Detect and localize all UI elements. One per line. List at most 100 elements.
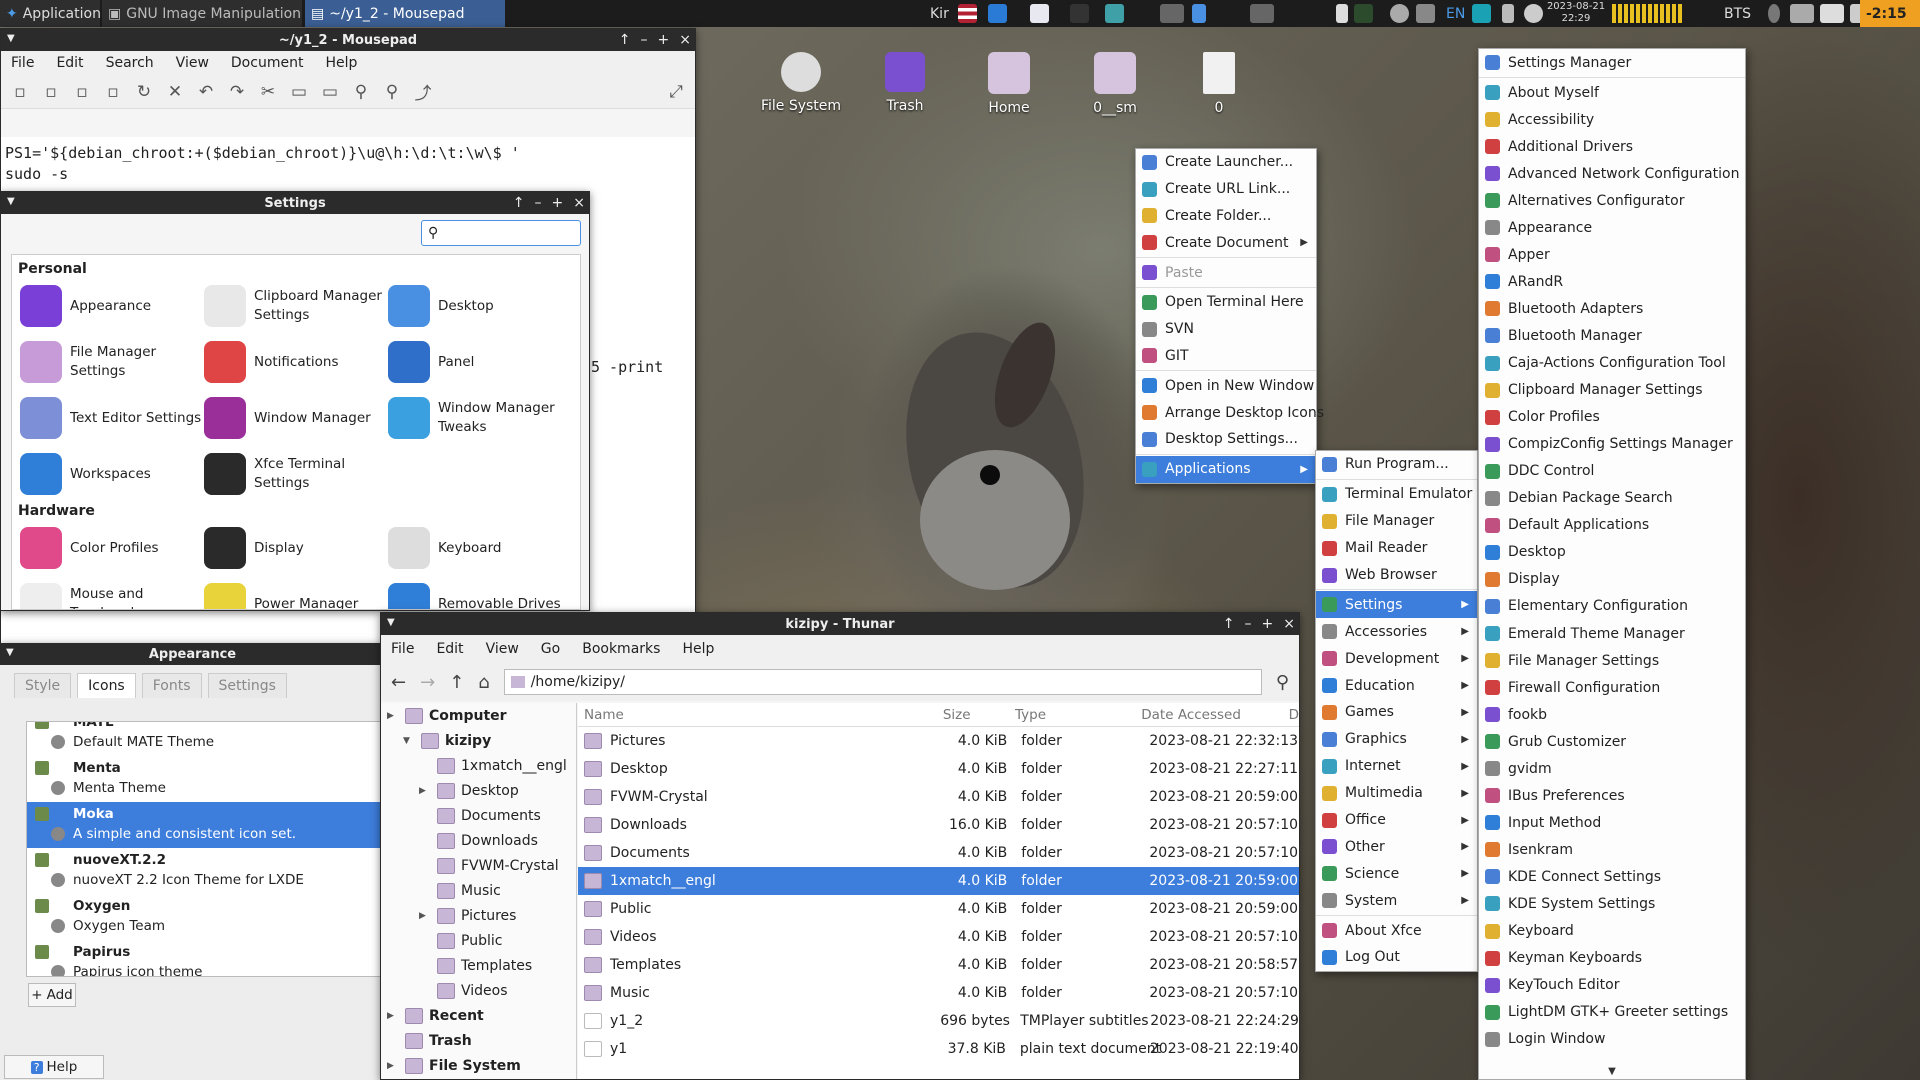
- theme-row[interactable]: Moka A simple and consistent icon set.: [27, 802, 384, 848]
- keyboard-layout-indicator[interactable]: Kir: [924, 0, 955, 27]
- menu-item-about-xfce[interactable]: About Xfce: [1316, 917, 1477, 944]
- expander-icon[interactable]: ▶: [387, 1061, 399, 1071]
- up-icon[interactable]: ↑: [449, 672, 464, 693]
- menu-item-desktop-settings-[interactable]: Desktop Settings...: [1136, 426, 1316, 453]
- menu-item-run-program-[interactable]: Run Program...: [1316, 451, 1477, 478]
- desktop-icon-0[interactable]: 0: [1174, 52, 1264, 116]
- menu-item-color-profiles[interactable]: Color Profiles: [1479, 404, 1745, 431]
- menu-item-file-manager-settings[interactable]: File Manager Settings: [1479, 647, 1745, 674]
- menu-item-accessories[interactable]: Accessories ▶: [1316, 618, 1477, 645]
- file-row[interactable]: Downloads 16.0 KiB folder 2023-08-21 20:57:…: [578, 811, 1299, 839]
- menu-item-other[interactable]: Other ▶: [1316, 833, 1477, 860]
- settings-item-panel[interactable]: Panel: [388, 337, 572, 387]
- home-icon[interactable]: ⌂: [478, 672, 489, 693]
- menu-item-multimedia[interactable]: Multimedia ▶: [1316, 780, 1477, 807]
- shade-button[interactable]: ↑: [1223, 616, 1235, 632]
- window-menu-icon[interactable]: ▼: [387, 617, 395, 628]
- workspace-6[interactable]: [1250, 4, 1274, 23]
- fullscreen-icon[interactable]: ⤢: [665, 81, 687, 103]
- help-button[interactable]: ? Help: [4, 1055, 104, 1079]
- menu-item-debian-package-search[interactable]: Debian Package Search: [1479, 485, 1745, 512]
- task-gimp[interactable]: ▣ GNU Image Manipulation ...: [102, 0, 302, 27]
- desktop-icon-filesystem[interactable]: File System: [756, 52, 846, 114]
- menu-item-games[interactable]: Games ▶: [1316, 699, 1477, 726]
- battery-icon[interactable]: [1502, 4, 1514, 23]
- undo-icon[interactable]: ↶: [195, 81, 217, 103]
- sidebar-item-music[interactable]: Music: [381, 878, 576, 903]
- col-name[interactable]: Name: [578, 707, 937, 723]
- workspace-3[interactable]: [1105, 4, 1124, 23]
- file-row[interactable]: Desktop 4.0 KiB folder 2023-08-21 22:27:11: [578, 755, 1299, 783]
- weather-icon[interactable]: [1390, 4, 1409, 23]
- menu-item-fookb[interactable]: fookb: [1479, 701, 1745, 728]
- menu-item-terminal-emulator[interactable]: Terminal Emulator: [1316, 481, 1477, 508]
- shade-button[interactable]: ↑: [513, 195, 525, 211]
- sidebar-item-pictures[interactable]: ▶ Pictures: [381, 903, 576, 928]
- menu-item-create-launcher-[interactable]: Create Launcher...: [1136, 149, 1316, 176]
- menu-item-graphics[interactable]: Graphics ▶: [1316, 726, 1477, 753]
- app-tray-icon[interactable]: [988, 4, 1007, 23]
- sidebar-item-trash[interactable]: Trash: [381, 1028, 576, 1053]
- menu-item-open-terminal-here[interactable]: Open Terminal Here: [1136, 289, 1316, 316]
- menu-item-mail-reader[interactable]: Mail Reader: [1316, 535, 1477, 562]
- applications-menu-button[interactable]: ✦ Applications: [0, 0, 100, 27]
- paste-icon[interactable]: ▭: [319, 81, 341, 103]
- goto-icon[interactable]: ⤴: [412, 81, 434, 104]
- us-flag-icon[interactable]: [958, 4, 977, 23]
- menu-item-kde-connect-settings[interactable]: KDE Connect Settings: [1479, 863, 1745, 890]
- settings-item-mouse-and-touchpad[interactable]: Mouse and Touchpad: [20, 579, 204, 609]
- new-window-icon[interactable]: ▫: [40, 81, 62, 103]
- menu-item-create-document[interactable]: Create Document ▶: [1136, 229, 1316, 256]
- theme-row[interactable]: Oxygen Oxygen Team: [27, 894, 384, 940]
- notification-bell-icon[interactable]: [1524, 4, 1543, 23]
- menu-item-svn[interactable]: SVN: [1136, 316, 1316, 343]
- menu-item-default-applications[interactable]: Default Applications: [1479, 512, 1745, 539]
- menu-item-development[interactable]: Development ▶: [1316, 645, 1477, 672]
- menu-file[interactable]: File: [391, 641, 414, 657]
- theme-row[interactable]: Papirus Papirus icon theme: [27, 940, 384, 976]
- file-row[interactable]: 1xmatch__engl 4.0 KiB folder 2023-08-21 20:…: [578, 867, 1299, 895]
- sidebar-item-1xmatch-engl[interactable]: 1xmatch__engl: [381, 753, 576, 778]
- battery-time[interactable]: -2:15: [1860, 0, 1920, 27]
- file-row[interactable]: Pictures 4.0 KiB folder 2023-08-21 22:32:13: [578, 727, 1299, 755]
- theme-row[interactable]: nuoveXT.2.2 nuoveXT 2.2 Icon Theme for LX…: [27, 848, 384, 894]
- maximize-button[interactable]: +: [658, 32, 670, 48]
- minimize-button[interactable]: –: [641, 32, 648, 48]
- menu-item-input-method[interactable]: Input Method: [1479, 809, 1745, 836]
- settings-item-window-manager[interactable]: Window Manager: [204, 393, 388, 443]
- sidebar-item-computer[interactable]: ▶ Computer: [381, 703, 576, 728]
- expander-icon[interactable]: ▶: [419, 911, 431, 921]
- menu-item-apper[interactable]: Apper: [1479, 241, 1745, 268]
- sidebar-item-downloads[interactable]: Downloads: [381, 828, 576, 853]
- menu-item-bluetooth-manager[interactable]: Bluetooth Manager: [1479, 322, 1745, 349]
- sidebar-item-recent[interactable]: ▶ Recent: [381, 1003, 576, 1028]
- menu-document[interactable]: Document: [231, 55, 304, 71]
- menu-view[interactable]: View: [486, 641, 519, 657]
- menu-item-emerald-theme-manager[interactable]: Emerald Theme Manager: [1479, 620, 1745, 647]
- col-date[interactable]: Date Accessed: [1133, 707, 1288, 723]
- file-row[interactable]: Public 4.0 KiB folder 2023-08-21 20:59:00: [578, 895, 1299, 923]
- tab-icons[interactable]: Icons: [77, 673, 136, 698]
- menu-item-lightdm-gtk-greeter-settings[interactable]: LightDM GTK+ Greeter settings: [1479, 999, 1745, 1026]
- status-icon[interactable]: [1768, 4, 1780, 23]
- file-row[interactable]: FVWM-Crystal 4.0 KiB folder 2023-08-21 20:5…: [578, 783, 1299, 811]
- settings-item-color-profiles[interactable]: Color Profiles: [20, 523, 204, 573]
- close-doc-icon[interactable]: ✕: [164, 81, 186, 103]
- menu-item-education[interactable]: Education ▶: [1316, 672, 1477, 699]
- menu-item-paste[interactable]: Paste: [1136, 259, 1316, 286]
- expander-icon[interactable]: ▶: [387, 711, 399, 721]
- menu-item-ddc-control[interactable]: DDC Control: [1479, 458, 1745, 485]
- menu-item-office[interactable]: Office ▶: [1316, 807, 1477, 834]
- menu-item-applications[interactable]: Applications ▶: [1136, 455, 1316, 483]
- menu-item-accessibility[interactable]: Accessibility: [1479, 106, 1745, 133]
- settings-search-input[interactable]: ⚲: [421, 220, 581, 246]
- file-row[interactable]: Videos 4.0 KiB folder 2023-08-21 20:57:10: [578, 923, 1299, 951]
- forward-icon[interactable]: →: [420, 672, 435, 693]
- menu-item-open-in-new-window[interactable]: Open in New Window: [1136, 372, 1316, 399]
- settings-titlebar[interactable]: ▼ Settings ↑ – + ×: [1, 192, 589, 214]
- minimize-button[interactable]: –: [1245, 616, 1252, 632]
- menu-edit[interactable]: Edit: [56, 55, 83, 71]
- menu-item-science[interactable]: Science ▶: [1316, 860, 1477, 887]
- settings-item-appearance[interactable]: Appearance: [20, 281, 204, 331]
- menu-view[interactable]: View: [176, 55, 209, 71]
